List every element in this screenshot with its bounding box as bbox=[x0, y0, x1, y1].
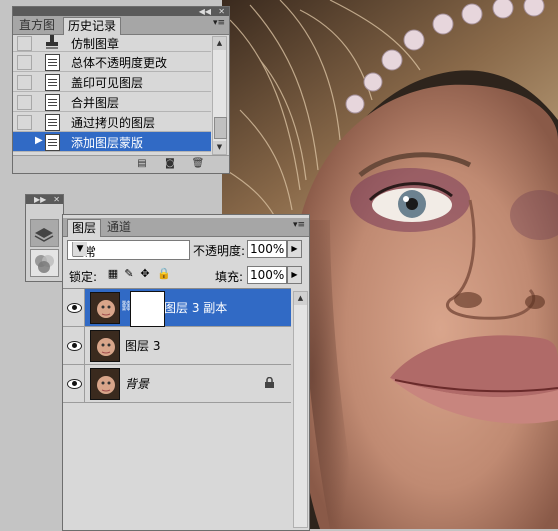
history-item[interactable]: 盖印可见图层 bbox=[13, 72, 211, 92]
layer-mask-thumbnail[interactable] bbox=[131, 292, 164, 326]
expand-icon[interactable]: ▶▶ bbox=[34, 195, 46, 204]
history-state-icon bbox=[45, 94, 60, 111]
chevron-down-icon[interactable]: ▼ bbox=[72, 242, 87, 256]
layer-name[interactable]: 背景 bbox=[125, 375, 149, 392]
collapse-icon[interactable]: ◀◀ bbox=[199, 7, 211, 16]
layer-name[interactable]: 图层 3 副本 bbox=[164, 299, 227, 316]
layer-thumbnail bbox=[90, 292, 120, 324]
lock-icon bbox=[264, 376, 275, 388]
lock-label: 锁定: bbox=[69, 270, 98, 284]
visibility-toggle[interactable] bbox=[63, 365, 85, 402]
layers-scrollbar[interactable]: ▲ bbox=[293, 291, 308, 528]
opacity-input[interactable]: 100% bbox=[247, 240, 287, 258]
snapshot-source-checkbox[interactable] bbox=[17, 75, 32, 90]
history-item-label: 通过拷贝的图层 bbox=[71, 116, 156, 130]
snapshot-source-checkbox[interactable] bbox=[17, 95, 32, 110]
blend-mode-select[interactable]: 正常 ▼ bbox=[67, 240, 190, 260]
layer-row[interactable]: 图层 3 bbox=[63, 327, 291, 365]
history-item[interactable]: 合并图层 bbox=[13, 92, 211, 112]
eye-icon bbox=[67, 341, 82, 351]
channels-rgb-icon[interactable] bbox=[30, 249, 59, 277]
visibility-toggle[interactable] bbox=[63, 327, 85, 364]
stamp-icon bbox=[46, 35, 58, 49]
history-item[interactable]: 仿制图章 bbox=[13, 35, 211, 52]
history-state-icon bbox=[45, 74, 60, 91]
close-icon[interactable]: ✕ bbox=[218, 7, 225, 16]
layer-thumbnail bbox=[90, 330, 120, 362]
dock-title-strip[interactable]: ▶▶ ✕ bbox=[26, 195, 63, 204]
snapshot-camera-icon[interactable]: ◙ bbox=[163, 158, 177, 170]
panel-menu-icon[interactable]: ▾≡ bbox=[213, 18, 225, 28]
tab-layers[interactable]: 图层 bbox=[67, 219, 102, 237]
lock-transparent-pixels-icon[interactable]: ▦ bbox=[107, 268, 119, 280]
history-footer: ▤ ◙ 🗑 bbox=[13, 155, 229, 173]
snapshot-source-checkbox[interactable] bbox=[17, 55, 32, 70]
panel-menu-icon[interactable]: ▾≡ bbox=[293, 220, 305, 230]
opacity-slider-arrow-icon[interactable]: ▶ bbox=[287, 240, 302, 258]
history-tabbar: 直方图 历史记录 ▾≡ bbox=[13, 16, 229, 35]
fill-slider-arrow-icon[interactable]: ▶ bbox=[287, 266, 302, 284]
history-state-icon bbox=[45, 114, 60, 131]
layer-row[interactable]: 背景 bbox=[63, 365, 291, 403]
history-item-label: 盖印可见图层 bbox=[71, 76, 144, 90]
panel-title-strip[interactable]: ◀◀ ✕ bbox=[13, 7, 229, 16]
history-state-slider-icon[interactable]: ▶ bbox=[35, 135, 43, 146]
fill-label: 填充: bbox=[215, 270, 244, 284]
history-item-label: 添加图层蒙版 bbox=[71, 136, 144, 150]
layer-thumbnail bbox=[90, 368, 120, 400]
history-item-label: 合并图层 bbox=[71, 96, 120, 110]
fill-input[interactable]: 100% bbox=[247, 266, 287, 284]
snapshot-source-checkbox[interactable] bbox=[17, 36, 32, 51]
layer-name[interactable]: 图层 3 bbox=[125, 337, 160, 354]
snapshot-source-checkbox[interactable] bbox=[17, 135, 32, 150]
lock-position-icon[interactable]: ✥ bbox=[139, 268, 151, 280]
layers-tabbar: 图层 通道 ▾≡ bbox=[63, 218, 309, 237]
history-item-label: 总体不透明度更改 bbox=[71, 56, 168, 70]
layers-stack-icon[interactable] bbox=[30, 219, 59, 247]
lock-fill-row: 锁定: ▦ ✎ ✥ 🔒 填充: 100% ▶ bbox=[63, 263, 309, 287]
new-document-from-state-icon[interactable]: ▤ bbox=[135, 158, 149, 170]
snapshot-source-checkbox[interactable] bbox=[17, 115, 32, 130]
history-item-label: 仿制图章 bbox=[71, 37, 120, 51]
history-scrollbar[interactable]: ▲ ▼ bbox=[212, 36, 227, 155]
history-panel: ◀◀ ✕ 直方图 历史记录 ▾≡ 仿制图章 总体不透明度更改 盖印可见图层 合并… bbox=[12, 6, 230, 174]
layer-row-selected[interactable]: ⛓ 图层 3 副本 bbox=[63, 289, 291, 327]
scroll-up-icon[interactable]: ▲ bbox=[213, 37, 226, 50]
close-icon[interactable]: ✕ bbox=[53, 195, 60, 204]
eye-icon bbox=[67, 379, 82, 389]
scroll-up-icon[interactable]: ▲ bbox=[294, 292, 307, 305]
history-state-icon bbox=[45, 54, 60, 71]
lock-all-icon[interactable]: 🔒 bbox=[157, 268, 171, 280]
eye-icon bbox=[67, 303, 82, 313]
tab-history[interactable]: 历史记录 bbox=[63, 17, 122, 35]
history-item[interactable]: 通过拷贝的图层 bbox=[13, 112, 211, 132]
history-state-icon bbox=[45, 134, 60, 151]
tab-histogram[interactable]: 直方图 bbox=[15, 17, 59, 34]
history-item[interactable]: 总体不透明度更改 bbox=[13, 52, 211, 72]
tab-channels[interactable]: 通道 bbox=[103, 219, 135, 236]
blend-opacity-row: 正常 ▼ 不透明度: 100% ▶ bbox=[63, 237, 309, 261]
lock-image-pixels-icon[interactable]: ✎ bbox=[123, 268, 135, 280]
trash-icon[interactable]: 🗑 bbox=[191, 158, 205, 170]
scroll-thumb[interactable] bbox=[214, 117, 227, 139]
panel-dock: ▶▶ ✕ bbox=[25, 194, 64, 282]
layers-panel: 图层 通道 ▾≡ 正常 ▼ 不透明度: 100% ▶ 锁定: ▦ ✎ ✥ 🔒 填… bbox=[62, 214, 310, 531]
opacity-label: 不透明度: bbox=[193, 244, 246, 258]
visibility-toggle[interactable] bbox=[63, 289, 85, 326]
history-item-selected[interactable]: ▶ 添加图层蒙版 bbox=[13, 132, 211, 152]
scroll-down-icon[interactable]: ▼ bbox=[213, 141, 226, 154]
